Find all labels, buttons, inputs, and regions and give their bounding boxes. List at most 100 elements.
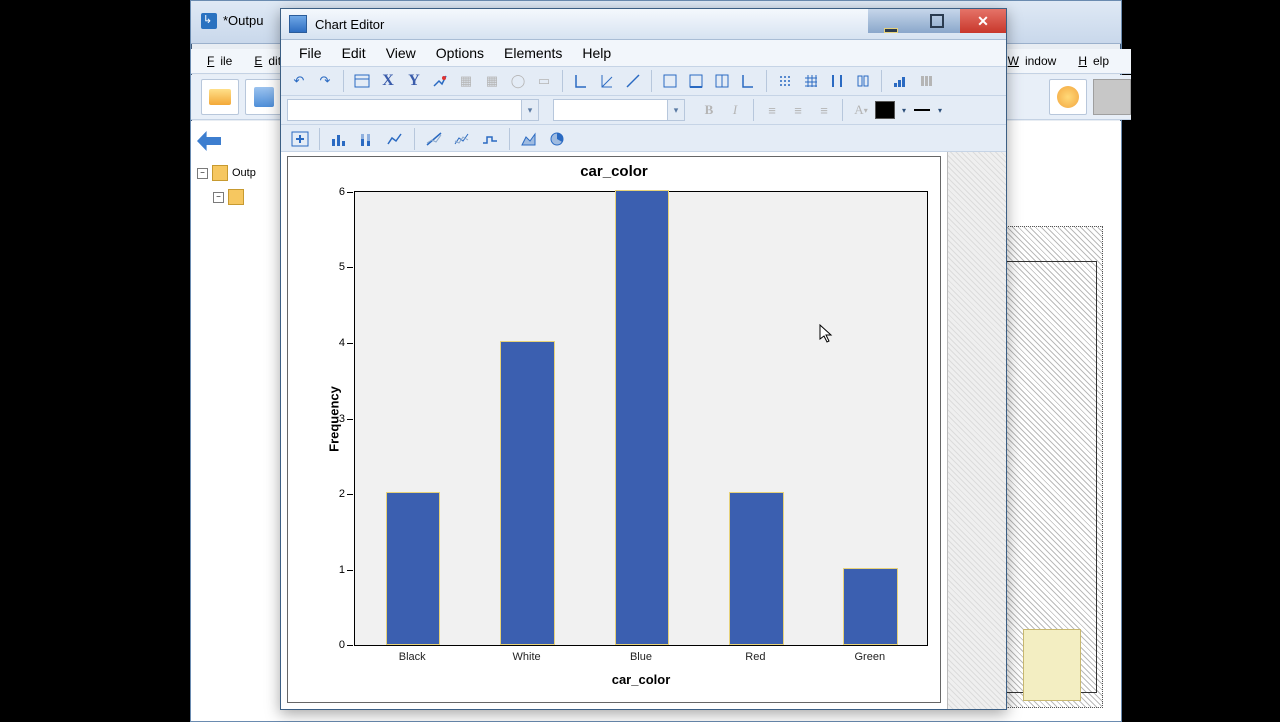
chart-canvas[interactable]: car_color Frequency car_color 0123456Bla… [281, 152, 947, 709]
step-line-icon[interactable] [477, 127, 503, 151]
grid-stack-icon[interactable] [851, 69, 875, 93]
ghost-bar [1023, 629, 1081, 701]
plot-area[interactable]: Frequency car_color 0123456BlackWhiteBlu… [354, 191, 928, 646]
menu-edit[interactable]: Edit [334, 43, 374, 63]
bar-green[interactable] [843, 568, 898, 645]
tree-root-row[interactable]: − Outp [191, 161, 279, 185]
bold-icon[interactable]: B [697, 98, 721, 122]
parent-outline-pane[interactable]: − Outp − [191, 121, 280, 721]
font-size-combo[interactable]: ▾ [553, 99, 685, 121]
tree-root-label: Outp [232, 167, 256, 179]
editor-toolbar-format: ▾ ▾ B I ≡ ≡ ≡ A▾ ▾ ▾ [281, 96, 1006, 125]
align-right-icon[interactable]: ≡ [812, 98, 836, 122]
axis-diag-icon[interactable] [621, 69, 645, 93]
italic-icon[interactable]: I [723, 98, 747, 122]
tool-b-icon: ▦ [480, 69, 504, 93]
fit-line-icon[interactable] [428, 69, 452, 93]
x-category-label: Red [698, 651, 812, 663]
font-family-combo[interactable]: ▾ [287, 99, 539, 121]
tree-child-row[interactable]: − [191, 185, 279, 209]
menu-help[interactable]: Help [574, 43, 619, 63]
parent-menu-file[interactable]: File [201, 52, 244, 70]
y-tick-label: 4 [339, 337, 355, 349]
x-category-label: Green [813, 651, 927, 663]
insert-element-icon[interactable] [287, 127, 313, 151]
y-tick-label: 0 [339, 639, 355, 651]
bar-chart-icon[interactable] [326, 127, 352, 151]
grid-vert-icon[interactable] [825, 69, 849, 93]
undo-icon[interactable]: ↶ [287, 69, 311, 93]
chart-title[interactable]: car_color [288, 163, 940, 180]
y-tick-label: 6 [339, 186, 355, 198]
align-center-icon[interactable]: ≡ [786, 98, 810, 122]
line-style-dd-icon[interactable]: ▾ [933, 98, 947, 122]
pie-chart-icon[interactable] [544, 127, 570, 151]
frame4-icon[interactable] [736, 69, 760, 93]
menu-file[interactable]: File [291, 43, 330, 63]
frame3-icon[interactable] [710, 69, 734, 93]
chart-frame: car_color Frequency car_color 0123456Bla… [287, 156, 941, 703]
save-icon[interactable] [245, 79, 283, 115]
editor-toolbar-main: ↶ ↷ X Y ▦ ▦ ◯ ▭ [281, 67, 1006, 96]
grid-dots-icon[interactable] [773, 69, 797, 93]
axis-l-icon[interactable] [569, 69, 593, 93]
fill-color-swatch[interactable] [875, 101, 895, 119]
parent-title: *Outpu [223, 13, 263, 28]
chart-editor-icon [289, 15, 307, 33]
menu-view[interactable]: View [378, 43, 424, 63]
stacked-bar-icon[interactable] [354, 127, 380, 151]
bar-black[interactable] [386, 492, 441, 645]
export-icon[interactable] [1049, 79, 1087, 115]
x-category-label: Blue [584, 651, 698, 663]
text-color-icon[interactable]: A▾ [849, 98, 873, 122]
y-tick-label: 5 [339, 261, 355, 273]
tool-a-icon: ▦ [454, 69, 478, 93]
axis-lb-icon[interactable] [595, 69, 619, 93]
line-style-icon[interactable] [913, 102, 931, 118]
editor-toolbar-charttype [281, 125, 1006, 154]
y-tick-label: 2 [339, 488, 355, 500]
chart-editor-window: Chart Editor ✕ File Edit View Options El… [280, 8, 1007, 710]
bar-red[interactable] [729, 492, 784, 645]
menu-options[interactable]: Options [428, 43, 492, 63]
tree-collapse-icon[interactable]: − [213, 192, 224, 203]
x-axis-label[interactable]: car_color [355, 672, 927, 687]
back-arrow-icon[interactable] [197, 131, 221, 151]
cluster-icon [914, 69, 938, 93]
tool-c-icon: ▭ [532, 69, 556, 93]
menu-elements[interactable]: Elements [496, 43, 570, 63]
editor-titlebar[interactable]: Chart Editor ✕ [281, 9, 1006, 40]
maximize-button[interactable] [914, 9, 960, 33]
grid-full-icon[interactable] [799, 69, 823, 93]
grey-tool-button[interactable] [1093, 79, 1131, 115]
multi-line-icon[interactable] [449, 127, 475, 151]
editor-menubar[interactable]: File Edit View Options Elements Help [281, 40, 1006, 67]
parent-menu-window[interactable]: Window [1002, 52, 1069, 70]
area-chart-icon[interactable] [516, 127, 542, 151]
parent-menu-help[interactable]: Help [1072, 52, 1121, 70]
bar-white[interactable] [500, 341, 555, 645]
close-button[interactable]: ✕ [960, 9, 1006, 33]
editor-title: Chart Editor [315, 17, 384, 32]
line-chart-icon[interactable] [382, 127, 408, 151]
x-axis-icon[interactable]: X [376, 69, 400, 93]
bar-blue[interactable] [615, 190, 670, 645]
parent-app-icon [201, 13, 217, 29]
redo-icon[interactable]: ↷ [313, 69, 337, 93]
align-left-icon[interactable]: ≡ [760, 98, 784, 122]
y-axis-icon[interactable]: Y [402, 69, 426, 93]
transpose-icon[interactable] [888, 69, 912, 93]
trend-up-icon[interactable] [421, 127, 447, 151]
tree-collapse-icon[interactable]: − [197, 168, 208, 179]
lasso-icon: ◯ [506, 69, 530, 93]
frame2-icon[interactable] [684, 69, 708, 93]
properties-icon[interactable] [350, 69, 374, 93]
output-node-icon [228, 189, 244, 205]
fill-color-dd-icon[interactable]: ▾ [897, 98, 911, 122]
y-tick-label: 3 [339, 413, 355, 425]
output-node-icon [212, 165, 228, 181]
scrollbar-gutter[interactable] [947, 152, 1006, 709]
open-icon[interactable] [201, 79, 239, 115]
frame1-icon[interactable] [658, 69, 682, 93]
minimize-button[interactable] [868, 9, 914, 33]
